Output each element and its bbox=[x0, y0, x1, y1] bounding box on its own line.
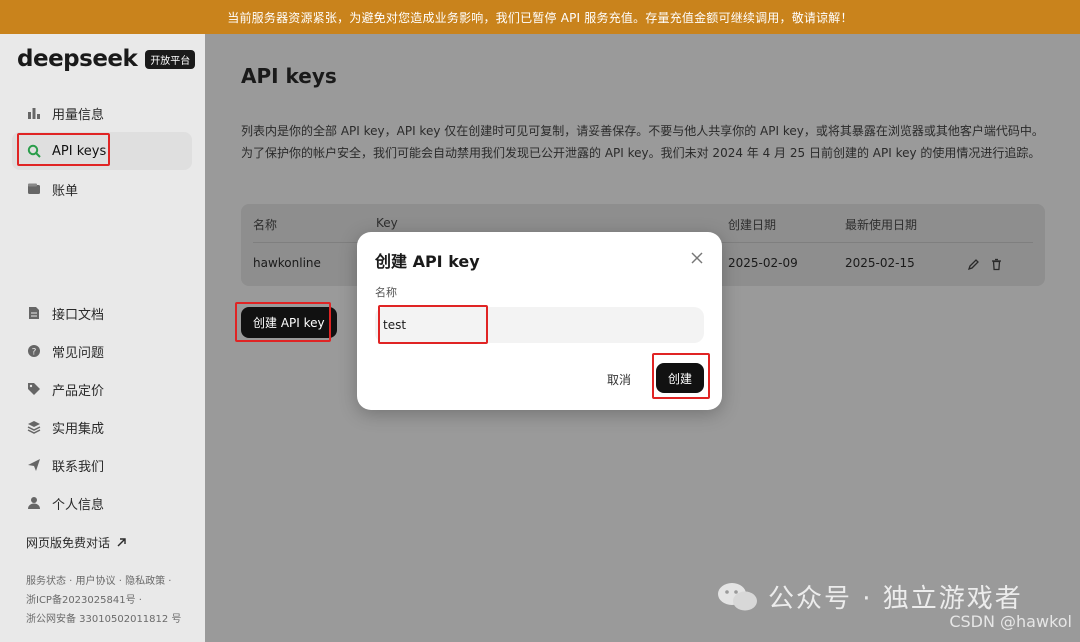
table-cell-name: hawkonline bbox=[253, 256, 321, 270]
sidebar-item-label: 联系我们 bbox=[52, 459, 105, 475]
sidebar-item-integrations[interactable]: 实用集成 bbox=[12, 408, 192, 446]
sidebar-item-profile[interactable]: 个人信息 bbox=[12, 484, 192, 522]
create-api-key-button[interactable]: 创建 API key bbox=[241, 307, 337, 338]
footer-policy-links[interactable]: 服务状态 · 用户协议 · 隐私政策 · bbox=[26, 572, 196, 591]
sidebar-item-label: 常见问题 bbox=[52, 345, 105, 361]
sidebar-item-faq[interactable]: ? 常见问题 bbox=[12, 332, 192, 370]
sidebar-item-label: API keys bbox=[52, 143, 107, 159]
table-cell-created: 2025-02-09 bbox=[728, 256, 798, 270]
sidebar-item-label: 用量信息 bbox=[52, 107, 105, 123]
close-icon[interactable] bbox=[690, 250, 704, 264]
page-title: API keys bbox=[241, 64, 337, 88]
banner-text: 当前服务器资源紧张，为避免对您造成业务影响，我们已暂停 API 服务充值。存量充… bbox=[227, 10, 853, 25]
sidebar-item-label: 产品定价 bbox=[52, 383, 105, 399]
footer-icp[interactable]: 浙ICP备2023025841号 · bbox=[26, 591, 196, 610]
document-icon bbox=[26, 305, 42, 321]
sidebar-item-api-keys[interactable]: API keys bbox=[12, 132, 192, 170]
sidebar-item-label: 接口文档 bbox=[52, 307, 105, 323]
layers-icon bbox=[26, 419, 42, 435]
tag-icon bbox=[26, 381, 42, 397]
external-link-icon bbox=[116, 537, 127, 548]
csdn-watermark: CSDN @hawkol bbox=[949, 612, 1072, 631]
sidebar-item-api-docs[interactable]: 接口文档 bbox=[12, 294, 192, 332]
sidebar-item-label: 账单 bbox=[52, 183, 79, 199]
platform-badge: 开放平台 bbox=[145, 49, 196, 69]
name-input[interactable] bbox=[375, 307, 704, 343]
search-icon bbox=[26, 143, 42, 159]
sidebar: deepseek 开放平台 用量信息 API keys 账单 接口文档 ? 常见… bbox=[0, 34, 205, 642]
watermark-text: 公众号 · 独立游戏者 bbox=[768, 584, 1023, 614]
sidebar-item-contact[interactable]: 联系我们 bbox=[12, 446, 192, 484]
column-header-name: 名称 bbox=[253, 218, 278, 232]
logo-text: deepseek bbox=[17, 46, 138, 72]
delete-icon[interactable] bbox=[990, 256, 1003, 275]
column-header-key: Key bbox=[376, 216, 398, 230]
sidebar-item-label: 个人信息 bbox=[52, 497, 105, 513]
create-api-key-dialog: 创建 API key 名称 取消 创建 bbox=[357, 232, 722, 410]
edit-icon[interactable] bbox=[967, 256, 980, 275]
column-header-last-used: 最新使用日期 bbox=[845, 218, 918, 232]
sidebar-item-usage[interactable]: 用量信息 bbox=[12, 94, 192, 132]
name-field-label: 名称 bbox=[375, 286, 397, 299]
logo[interactable]: deepseek 开放平台 bbox=[17, 46, 196, 72]
column-header-created: 创建日期 bbox=[728, 218, 777, 232]
row-actions bbox=[967, 256, 1003, 275]
dialog-title: 创建 API key bbox=[375, 252, 480, 271]
cancel-button[interactable]: 取消 bbox=[597, 365, 641, 393]
svg-text:?: ? bbox=[32, 348, 37, 358]
service-notice-banner: 当前服务器资源紧张，为避免对您造成业务影响，我们已暂停 API 服务充值。存量充… bbox=[0, 0, 1080, 34]
confirm-create-button[interactable]: 创建 bbox=[656, 363, 704, 393]
footer-links: 服务状态 · 用户协议 · 隐私政策 · 浙ICP备2023025841号 · … bbox=[26, 572, 196, 629]
web-chat-label: 网页版免费对话 bbox=[26, 536, 111, 550]
question-icon: ? bbox=[26, 343, 42, 359]
user-icon bbox=[26, 495, 42, 511]
sidebar-item-label: 实用集成 bbox=[52, 421, 105, 437]
wechat-icon bbox=[716, 581, 758, 613]
sidebar-item-billing[interactable]: 账单 bbox=[12, 170, 192, 208]
web-chat-link[interactable]: 网页版免费对话 bbox=[26, 534, 127, 551]
send-icon bbox=[26, 457, 42, 473]
footer-police-record[interactable]: 浙公网安备 33010502011812 号 bbox=[26, 610, 196, 629]
table-cell-last-used: 2025-02-15 bbox=[845, 256, 915, 270]
sidebar-item-pricing[interactable]: 产品定价 bbox=[12, 370, 192, 408]
bar-chart-icon bbox=[26, 105, 42, 121]
watermark: 公众号 · 独立游戏者 bbox=[716, 578, 1023, 615]
wallet-icon bbox=[26, 181, 42, 197]
page-description: 列表内是你的全部 API key，API key 仅在创建时可见可复制，请妥善保… bbox=[241, 124, 1044, 160]
